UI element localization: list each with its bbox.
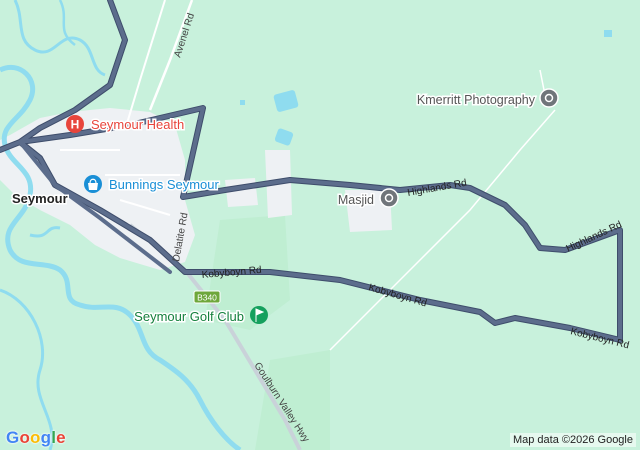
poi-label-masjid: Masjid — [338, 193, 374, 207]
poi-label-golf: Seymour Golf Club — [134, 309, 244, 324]
golf-icon — [250, 306, 268, 324]
map-attribution[interactable]: Map data ©2026 Google — [509, 433, 636, 447]
route-shield-b340: B340 — [193, 290, 221, 304]
camera-icon — [539, 88, 559, 108]
poi-label-kmerritt: Kmerritt Photography — [417, 93, 536, 107]
pond — [604, 30, 612, 37]
map-canvas[interactable]: Avenel Rd Delatite Rd Kobyboyn Rd Kobybo… — [0, 0, 640, 450]
poi-label-bunnings: Bunnings Seymour — [109, 177, 220, 192]
svg-text:B340: B340 — [197, 293, 217, 303]
google-logo: Google — [6, 428, 66, 447]
place-of-worship-icon — [379, 188, 399, 208]
poi-label-seymour-health: Seymour Health — [91, 117, 184, 132]
town-label-seymour: Seymour — [12, 191, 68, 206]
svg-text:H: H — [71, 118, 80, 132]
urban-patch — [225, 178, 258, 207]
pond — [240, 100, 245, 105]
